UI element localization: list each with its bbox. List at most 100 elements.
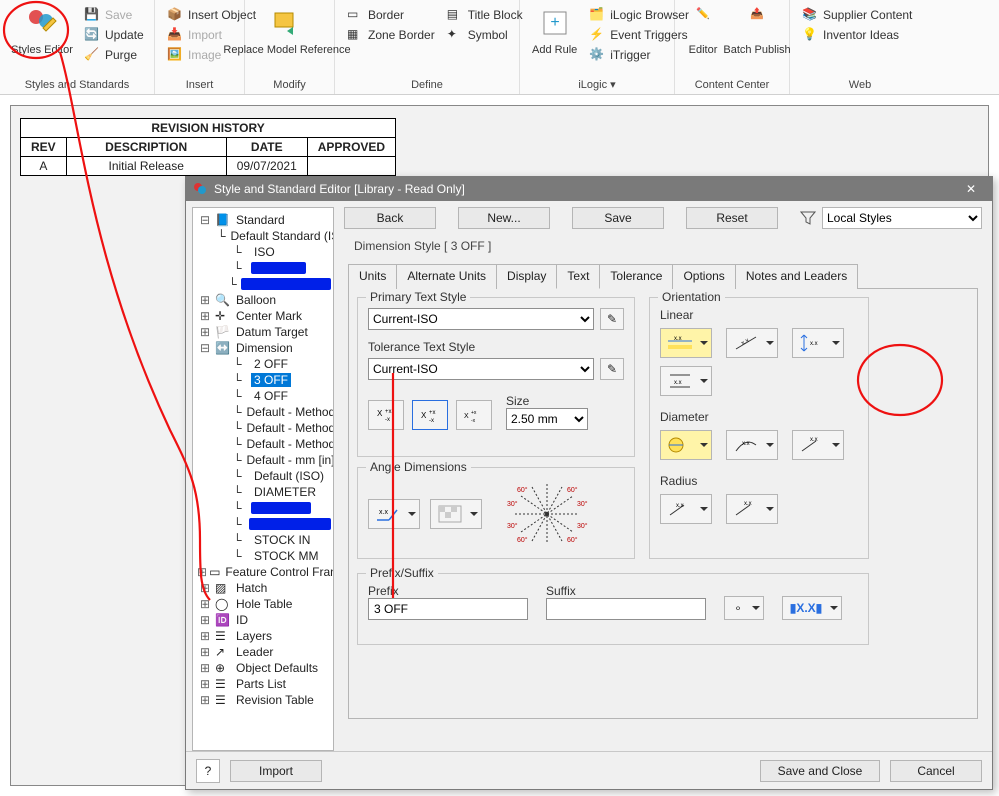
styles-editor-label: Styles Editor	[11, 44, 73, 56]
svg-text:30°: 30°	[507, 522, 518, 530]
hatch-icon: ▨	[215, 581, 231, 595]
rad-1-button[interactable]: x.x	[660, 494, 712, 524]
editor-icon: ✏️	[687, 7, 719, 39]
tab-tolerance[interactable]: Tolerance	[599, 264, 673, 289]
replace-model-icon	[271, 7, 303, 39]
add-rule-button[interactable]: + Add Rule	[530, 6, 579, 57]
symbol-picker-button[interactable]: ∘	[724, 596, 764, 620]
inventor-ideas-icon: 💡	[802, 27, 818, 43]
save-style-button[interactable]: Save	[572, 207, 664, 229]
angle-horiz-button[interactable]: x.x	[368, 499, 420, 529]
style-tree[interactable]: ⊟📘Standard └Default Standard (ISO) └ISO …	[192, 207, 334, 751]
tol-stack-2-button[interactable]: X+x-x	[412, 400, 448, 430]
edit-tolerance-icon[interactable]: ✎	[600, 358, 624, 380]
help-icon[interactable]: ?	[196, 759, 220, 783]
import-button-dlg[interactable]: Import	[230, 760, 322, 782]
scope-select[interactable]: Local Styles	[822, 207, 982, 229]
revision-table-icon: ☰	[215, 693, 231, 707]
tab-notes[interactable]: Notes and Leaders	[735, 264, 858, 289]
tab-alt-units[interactable]: Alternate Units	[396, 264, 497, 289]
dia-1-button[interactable]	[660, 430, 712, 460]
title-block-icon: ▤	[447, 7, 463, 23]
zone-border-button[interactable]: ▦Zone Border	[345, 26, 437, 44]
prefix-suffix-fieldset: Prefix/Suffix Prefix Suffix ∘ ▮X.X▮	[357, 573, 869, 645]
reset-button[interactable]: Reset	[686, 207, 778, 229]
tolerance-style-select[interactable]: Current-ISO	[368, 358, 594, 380]
tab-units[interactable]: Units	[348, 264, 397, 289]
style-editor-dialog: Style and Standard Editor [Library - Rea…	[185, 176, 993, 790]
primary-text-fieldset: Primary Text Style Current-ISO ✎ Toleran…	[357, 297, 635, 457]
angle-compass-icon: 60°30°30°60°60°30°30°60°	[492, 478, 602, 550]
close-icon[interactable]: ✕	[956, 182, 986, 196]
svg-text:x.x: x.x	[674, 336, 682, 342]
linear-split-button[interactable]: x.x	[660, 366, 712, 396]
suffix-input[interactable]	[546, 598, 706, 620]
object-defaults-icon: ⊕	[215, 661, 231, 675]
save-and-close-button[interactable]: Save and Close	[760, 760, 880, 782]
svg-text:+: +	[550, 14, 559, 31]
angle-checker-button[interactable]	[430, 499, 482, 529]
svg-text:+x: +x	[471, 410, 477, 416]
linear-diag-button[interactable]: x.x	[726, 328, 778, 358]
tab-text[interactable]: Text	[556, 264, 600, 289]
svg-text:x.x: x.x	[810, 341, 818, 347]
edit-primary-icon[interactable]: ✎	[600, 308, 624, 330]
primary-style-select[interactable]: Current-ISO	[368, 308, 594, 330]
import-icon: 📥	[167, 27, 183, 43]
group-label-define: Define	[345, 77, 509, 94]
rev-title: REVISION HISTORY	[21, 119, 396, 138]
group-label-content: Content Center	[685, 77, 779, 94]
tol-stack-3-button[interactable]: X+x-x	[456, 400, 492, 430]
size-select[interactable]: 2.50 mm	[506, 408, 588, 430]
inventor-ideas-button[interactable]: 💡Inventor Ideas	[800, 26, 914, 44]
styles-editor-button[interactable]: Styles Editor	[10, 6, 74, 57]
linear-horiz-button[interactable]: x.x	[660, 328, 712, 358]
rad-2-button[interactable]: x.x	[726, 494, 778, 524]
tree-selected[interactable]: 3 OFF	[251, 373, 291, 387]
svg-text:30°: 30°	[577, 500, 588, 508]
redacted-item	[241, 278, 331, 290]
tab-display[interactable]: Display	[496, 264, 557, 289]
redacted-item	[249, 518, 331, 530]
back-button[interactable]: Back	[344, 207, 436, 229]
group-label-ilogic: iLogic ▾	[530, 76, 664, 94]
event-triggers-icon: ⚡	[589, 27, 605, 43]
style-name-label: Dimension Style [ 3 OFF ]	[354, 239, 982, 253]
border-button[interactable]: ▭Border	[345, 6, 437, 24]
linear-vert-button[interactable]: x.x	[792, 328, 844, 358]
format-sample-button[interactable]: ▮X.X▮	[782, 596, 842, 620]
ribbon: Styles Editor 💾Save 🔄Update 🧹Purge Style…	[0, 0, 999, 95]
expand-icon[interactable]: ⊟	[197, 213, 213, 227]
batch-publish-button[interactable]: 📤Batch Publish	[729, 6, 785, 57]
dialog-footer: ? Import Save and Close Cancel	[186, 751, 992, 789]
border-icon: ▭	[347, 7, 363, 23]
svg-text:60°: 60°	[567, 536, 578, 544]
prefix-input[interactable]	[368, 598, 528, 620]
editor-button[interactable]: ✏️Editor	[685, 6, 721, 57]
cancel-button[interactable]: Cancel	[890, 760, 982, 782]
dia-3-button[interactable]: x.x	[792, 430, 844, 460]
dia-2-button[interactable]: x.x	[726, 430, 778, 460]
id-icon: 🆔	[215, 613, 231, 627]
replace-model-button[interactable]: Replace Model Reference	[255, 6, 319, 57]
filter-icon[interactable]	[800, 210, 816, 226]
tab-options[interactable]: Options	[672, 264, 735, 289]
redacted-item	[251, 262, 306, 274]
svg-text:+x: +x	[429, 410, 436, 416]
save-button: 💾Save	[82, 6, 146, 24]
book-icon: 📘	[215, 213, 231, 227]
add-rule-icon: +	[539, 7, 571, 39]
group-label-styles: Styles and Standards	[10, 77, 144, 94]
supplier-content-button[interactable]: 📚Supplier Content	[800, 6, 914, 24]
hole-table-icon: ◯	[215, 597, 231, 611]
purge-button[interactable]: 🧹Purge	[82, 46, 146, 64]
new-button[interactable]: New...	[458, 207, 550, 229]
symbol-button[interactable]: ✦Symbol	[445, 26, 525, 44]
tol-stack-1-button[interactable]: X+x-x	[368, 400, 404, 430]
title-block-button[interactable]: ▤Title Block	[445, 6, 525, 24]
dialog-titlebar[interactable]: Style and Standard Editor [Library - Rea…	[186, 177, 992, 201]
right-pane: Back New... Save Reset Local Styles Dime…	[338, 201, 992, 751]
fcframe-icon: ▭	[209, 565, 220, 579]
update-button[interactable]: 🔄Update	[82, 26, 146, 44]
svg-text:X: X	[421, 411, 427, 420]
